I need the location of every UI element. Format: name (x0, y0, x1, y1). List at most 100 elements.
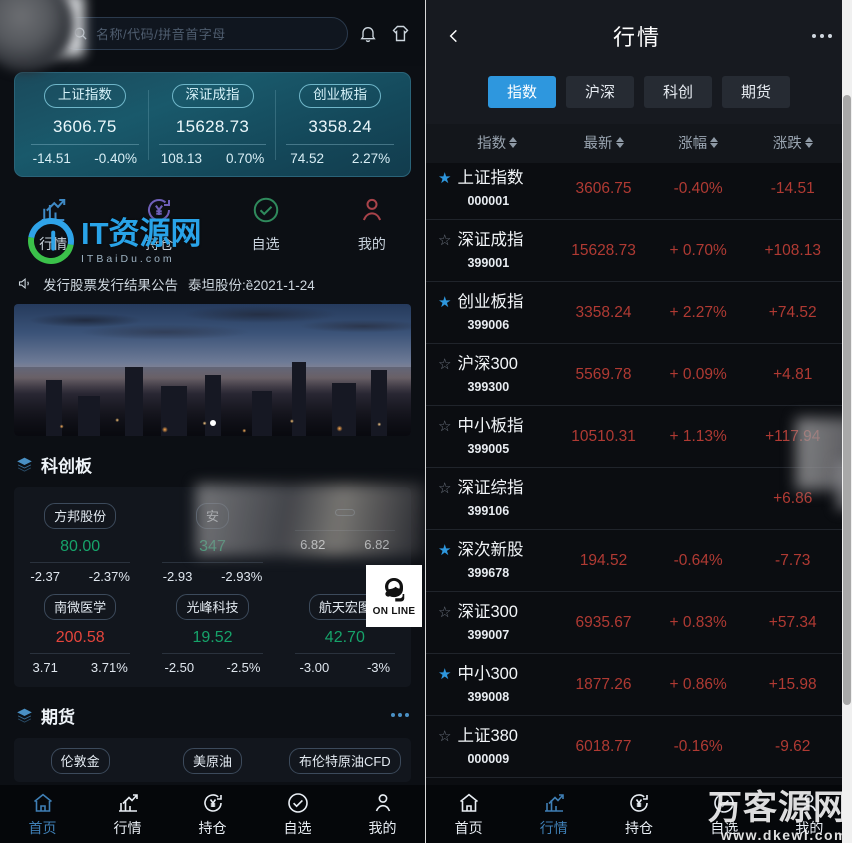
index-percent: 2.27% (351, 150, 391, 166)
online-service-badge[interactable]: ON LINE (366, 565, 422, 627)
quick-nav-item-positions[interactable]: 持仓 (106, 195, 212, 254)
table-row[interactable]: ☆ 中小板指 399005 10510.31 + 1.13% +117.94 (426, 406, 852, 468)
index-name-cell: ☆ 深证300 399007 (438, 603, 556, 641)
table-row[interactable]: ☆ 上证380 000009 6018.77 -0.16% -9.62 (426, 716, 852, 778)
market-index-card[interactable]: 上证指数 3606.75 -14.51 -0.40% 深证成指 15628.73 (14, 72, 411, 177)
city-skyline-banner[interactable] (14, 303, 411, 436)
table-row[interactable]: ☆ 深证成指 399001 15628.73 + 0.70% +108.13 (426, 220, 852, 282)
table-row[interactable]: ★ 中小300 399008 1877.26 + 0.86% +15.98 (426, 654, 852, 716)
ellipsis-icon[interactable] (812, 34, 832, 38)
index-card-row: 上证指数 3606.75 -14.51 -0.40% 深证成指 15628.73 (21, 84, 404, 166)
tab-futures[interactable]: 期货 (722, 76, 790, 108)
tab-label: 科创 (662, 84, 693, 101)
column-header-change-pct[interactable]: 涨幅 (651, 132, 746, 153)
favorite-star-icon[interactable]: ☆ (438, 419, 451, 434)
futures-card[interactable]: 伦敦金 XAU (14, 746, 146, 782)
quick-nav-label: 行情 (39, 235, 68, 252)
favorite-star-icon[interactable]: ☆ (438, 233, 451, 248)
quick-nav-item-watchlist[interactable]: 自选 (213, 195, 319, 254)
tab-watchlist[interactable]: 自选 (255, 791, 340, 838)
notice-ticker[interactable]: 发行股票发行结果公告 泰坦股份:ȅ2021-1-24 (0, 266, 425, 304)
tab-positions[interactable]: 持仓 (170, 791, 255, 838)
futures-name: 伦敦金 (50, 747, 110, 774)
banner-page-indicator[interactable] (209, 419, 216, 426)
table-row[interactable]: ★ 深次新股 399678 194.52 -0.64% -7.73 (426, 530, 852, 592)
tab-profile[interactable]: 我的 (767, 791, 852, 838)
tab-hushen[interactable]: 沪深 (566, 76, 634, 108)
person-icon (797, 791, 821, 815)
index-name: 沪深300 (457, 355, 518, 374)
table-row[interactable]: ☆ 上证50 000016 3846.39 -0.10% -3.66 (426, 778, 852, 785)
right-header: 行情 (426, 0, 852, 72)
stock-price: 347 (199, 537, 226, 555)
right-bottom-tabbar: 首页 行情 持仓 自选 我的 (426, 785, 852, 843)
favorite-star-icon[interactable]: ☆ (438, 729, 451, 744)
favorite-star-icon[interactable]: ★ (438, 171, 451, 186)
person-icon (371, 791, 395, 815)
more-options-icon[interactable] (391, 713, 409, 718)
tab-home[interactable]: 首页 (0, 791, 85, 838)
index-cell-0[interactable]: 上证指数 3606.75 -14.51 -0.40% (21, 84, 149, 166)
quick-nav-item-profile[interactable]: 我的 (319, 195, 425, 254)
index-change-pct: + 0.70% (669, 241, 727, 259)
index-code: 000001 (467, 193, 510, 208)
tab-label: 沪深 (584, 84, 615, 101)
index-code: 399001 (467, 255, 510, 270)
index-cell-2[interactable]: 创业板指 3358.24 74.52 2.27% (276, 84, 404, 166)
column-header-change-amt[interactable]: 涨跌 (745, 132, 840, 153)
table-row[interactable]: ★ 创业板指 399006 3358.24 + 2.27% +74.52 (426, 282, 852, 344)
chevron-left-icon[interactable] (446, 23, 462, 49)
tab-positions[interactable]: 持仓 (596, 791, 681, 838)
tab-profile[interactable]: 我的 (340, 791, 425, 838)
index-change-amt: +74.52 (768, 303, 817, 321)
favorite-star-icon[interactable]: ☆ (438, 605, 451, 620)
index-code: 399006 (467, 317, 510, 332)
stock-card[interactable]: 安 347 -2.93 -2.93% (146, 495, 278, 586)
index-table[interactable]: ★ 上证指数 000001 3606.75 -0.40% -14.51 ☆ 深证… (426, 158, 852, 785)
bell-icon[interactable] (358, 23, 378, 44)
dual-phone-screenshot: 名称/代码/拼音首字母 上证指数 3606.75 -14.51 -0.40% 深… (0, 0, 852, 843)
right-phone-market-screen: 行情 指数 沪深 科创 期货 指数 最新 涨幅 涨跌 ★ 上证指数 000001… (426, 0, 852, 843)
yuan-refresh-icon (144, 195, 174, 225)
table-row[interactable]: ☆ 沪深300 399300 5569.78 + 0.09% +4.81 (426, 344, 852, 406)
topbar-icon-group (358, 23, 411, 44)
index-code: 000009 (467, 751, 510, 766)
futures-card[interactable]: 美原油 OIL (146, 746, 278, 782)
index-code: 399005 (467, 441, 510, 456)
tab-market[interactable]: 行情 (85, 791, 170, 838)
tab-index[interactable]: 指数 (488, 76, 556, 108)
favorite-star-icon[interactable]: ☆ (438, 357, 451, 372)
index-change-amt: +108.13 (764, 241, 821, 259)
left-scroll-area[interactable]: 名称/代码/拼音首字母 上证指数 3606.75 -14.51 -0.40% 深… (0, 0, 425, 785)
vertical-scrollbar[interactable] (842, 0, 852, 843)
stock-percent: -2.93% (221, 568, 263, 584)
stock-card[interactable]: 南微医学 200.58 3.71 3.71% (14, 586, 146, 677)
tab-home[interactable]: 首页 (426, 791, 511, 838)
index-change-pct: + 0.83% (669, 613, 727, 631)
stock-change-row: -3.00 -3% (281, 654, 409, 675)
tab-market[interactable]: 行情 (511, 791, 596, 838)
favorite-star-icon[interactable]: ★ (438, 295, 451, 310)
column-header-last[interactable]: 最新 (556, 132, 651, 153)
index-name: 深证成指 (457, 231, 524, 250)
table-row[interactable]: ☆ 深证综指 399106 +6.86 (426, 468, 852, 530)
favorite-star-icon[interactable]: ☆ (438, 481, 451, 496)
tab-watchlist[interactable]: 自选 (682, 791, 767, 838)
quick-nav-item-market[interactable]: 行情 (0, 195, 106, 254)
index-cell-1[interactable]: 深证成指 15628.73 108.13 0.70% (149, 84, 277, 166)
stock-card[interactable]: 方邦股份 80.00 -2.37 -2.37% (14, 495, 146, 586)
stock-change: 6.82 (300, 536, 326, 552)
futures-card[interactable]: 布伦特原油CFD OIL (279, 746, 411, 782)
scrollbar-thumb[interactable] (843, 95, 851, 705)
tab-kechuang[interactable]: 科创 (644, 76, 712, 108)
table-row[interactable]: ☆ 深证300 399007 6935.67 + 0.83% +57.34 (426, 592, 852, 654)
shirt-icon[interactable] (390, 23, 411, 44)
favorite-star-icon[interactable]: ★ (438, 543, 451, 558)
tab-label: 行情 (113, 819, 142, 836)
favorite-star-icon[interactable]: ★ (438, 667, 451, 682)
stock-change: 3.71 (32, 659, 58, 675)
table-row[interactable]: ★ 上证指数 000001 3606.75 -0.40% -14.51 (426, 158, 852, 220)
stock-card[interactable]: 光峰科技 19.52 -2.50 -2.5% (146, 586, 278, 677)
search-input[interactable]: 名称/代码/拼音首字母 (60, 16, 348, 50)
column-header-index[interactable]: 指数 (438, 132, 556, 153)
